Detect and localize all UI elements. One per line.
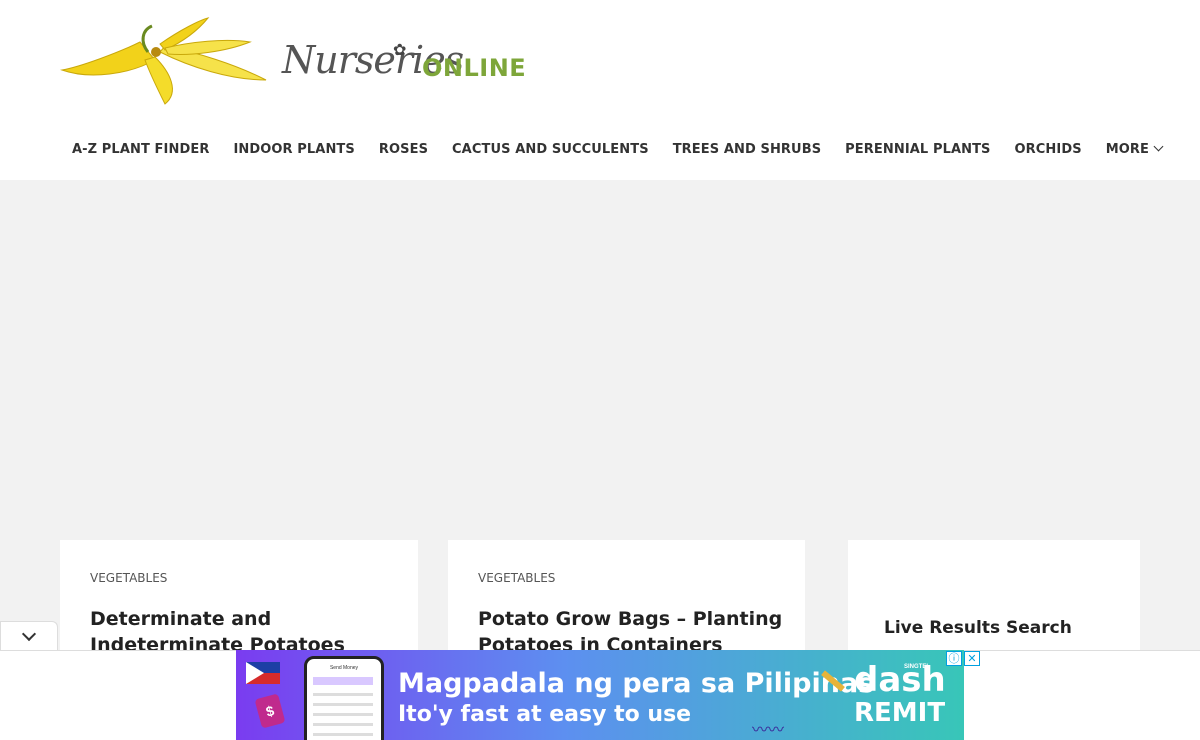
ad-subline: Ito'y fast at easy to use (398, 702, 692, 727)
phone-row (313, 703, 373, 706)
ad-controls: ⓘ ✕ (946, 651, 980, 666)
site-logo[interactable]: Nurseries ✿ ONLINE (60, 12, 540, 112)
close-icon[interactable]: ✕ (964, 651, 980, 666)
phone-mockup: Send Money (304, 656, 384, 740)
nav-item-indoor-plants[interactable]: INDOOR PLANTS (233, 142, 354, 157)
clover-icon: ✿ (393, 42, 407, 59)
chevron-down-icon (1153, 141, 1164, 152)
ad-brand-logo: dash (854, 660, 946, 700)
post-card[interactable]: VEGETABLES Determinate and Indeterminate… (60, 540, 418, 660)
info-icon[interactable]: ⓘ (946, 651, 962, 666)
wave-icon: 〰〰 (752, 722, 785, 739)
phone-row (313, 713, 373, 716)
logo-online-text: ONLINE (422, 54, 527, 82)
ad-banner[interactable]: $ Send Money Magpadala ng pera sa Pilipi… (236, 650, 964, 740)
phone-row (313, 733, 373, 736)
ad-headline: Magpadala ng pera sa Pilipinas (398, 668, 875, 699)
money-icon: $ (254, 693, 286, 729)
nav-item-orchids[interactable]: ORCHIDS (1015, 142, 1082, 157)
main-nav: A-Z PLANT FINDER INDOOR PLANTS ROSES CAC… (60, 132, 1174, 166)
ad-collapse-button[interactable] (0, 621, 58, 651)
phone-title: Send Money (329, 665, 359, 671)
nav-item-cactus-and-succulents[interactable]: CACTUS AND SUCCULENTS (452, 142, 649, 157)
nav-item-trees-and-shrubs[interactable]: TREES AND SHRUBS (673, 142, 821, 157)
nav-item-more-label: MORE (1105, 141, 1149, 157)
ad-brand-sub: REMIT (854, 698, 946, 728)
post-category[interactable]: VEGETABLES (90, 571, 167, 585)
phone-row (313, 677, 373, 685)
post-category[interactable]: VEGETABLES (478, 571, 555, 585)
post-card[interactable]: VEGETABLES Potato Grow Bags – Planting P… (448, 540, 805, 660)
site-header: Nurseries ✿ ONLINE A-Z PLANT FINDER INDO… (0, 0, 1200, 180)
phone-row (313, 723, 373, 726)
philippines-flag-icon (246, 662, 280, 684)
widget-title: Live Results Search (884, 618, 1072, 638)
nav-item-az-plant-finder[interactable]: A-Z PLANT FINDER (72, 142, 209, 157)
nav-item-more[interactable]: MORE (1105, 141, 1164, 157)
sidebar-widget: Live Results Search (848, 540, 1140, 660)
nav-item-roses[interactable]: ROSES (379, 142, 428, 157)
nav-item-perennial-plants[interactable]: PERENNIAL PLANTS (845, 142, 990, 157)
flower-logo-icon (60, 17, 267, 105)
chevron-down-icon (21, 626, 37, 642)
phone-row (313, 693, 373, 696)
